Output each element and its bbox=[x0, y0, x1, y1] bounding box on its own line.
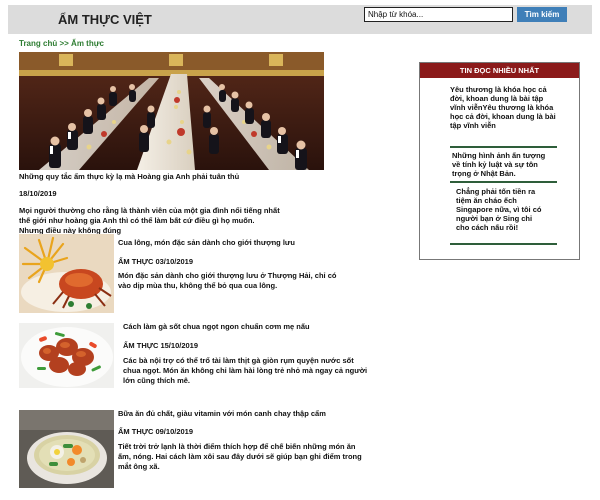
breadcrumb-separator: >> bbox=[59, 39, 69, 48]
article-thumbnail-chicken[interactable] bbox=[19, 323, 114, 388]
article-title[interactable]: Cua lông, món đặc sản dành cho giới thượ… bbox=[118, 238, 378, 248]
article-summary: Các bà nội trợ có thể trổ tài làm thịt g… bbox=[123, 356, 368, 385]
most-read-item[interactable]: Yêu thương là khóa học cả đời, khoan dun… bbox=[450, 85, 556, 130]
featured-article-date: 18/10/2019 bbox=[19, 189, 57, 198]
featured-article-caption[interactable]: Những quy tắc ẩm thực kỳ lạ mà Hoàng gia… bbox=[19, 172, 319, 182]
article-thumbnail-crab[interactable] bbox=[19, 234, 114, 313]
search-input[interactable] bbox=[364, 7, 513, 22]
article-meta: ẨM THỰC 09/10/2019 bbox=[118, 427, 194, 436]
article-summary: Món đặc sản dành cho giới thượng lưu ở T… bbox=[118, 271, 337, 290]
article-summary: Tiết trời trở lạnh là thời điểm thích hợ… bbox=[118, 442, 362, 471]
featured-article-summary: Mọi người thường cho rằng là thành viên … bbox=[19, 206, 280, 235]
breadcrumb: Trang chủ >> Ẩm thực bbox=[19, 39, 104, 48]
sidebar-divider bbox=[450, 243, 557, 245]
article-title[interactable]: Cách làm gà sốt chua ngọt ngon chuẩn cơm… bbox=[123, 322, 383, 332]
article-meta: ẨM THỰC 15/10/2019 bbox=[123, 341, 199, 350]
article-thumbnail-soup[interactable] bbox=[19, 410, 114, 488]
search-button[interactable]: Tìm kiếm bbox=[517, 7, 567, 22]
breadcrumb-home-link[interactable]: Trang chủ bbox=[19, 39, 57, 48]
most-read-item[interactable]: Những hình ảnh ấn tượng về tính kỷ luật … bbox=[452, 151, 552, 178]
sidebar-divider bbox=[450, 181, 557, 183]
featured-article-image[interactable] bbox=[19, 52, 324, 170]
sidebar-divider bbox=[450, 146, 557, 148]
sidebar-title: TIN ĐỌC NHIỀU NHẤT bbox=[420, 63, 579, 78]
most-read-sidebar: TIN ĐỌC NHIỀU NHẤT Yêu thương là khóa họ… bbox=[419, 62, 580, 260]
article-title[interactable]: Bữa ăn đủ chất, giàu vitamin với món can… bbox=[118, 409, 378, 419]
most-read-item[interactable]: Chẳng phải tốn tiền ra tiệm ăn cháo ếch … bbox=[456, 187, 542, 232]
site-title[interactable]: ẨM THỰC VIỆT bbox=[58, 12, 152, 27]
breadcrumb-current[interactable]: Ẩm thực bbox=[71, 39, 104, 48]
article-meta: ẨM THỰC 03/10/2019 bbox=[118, 257, 194, 266]
